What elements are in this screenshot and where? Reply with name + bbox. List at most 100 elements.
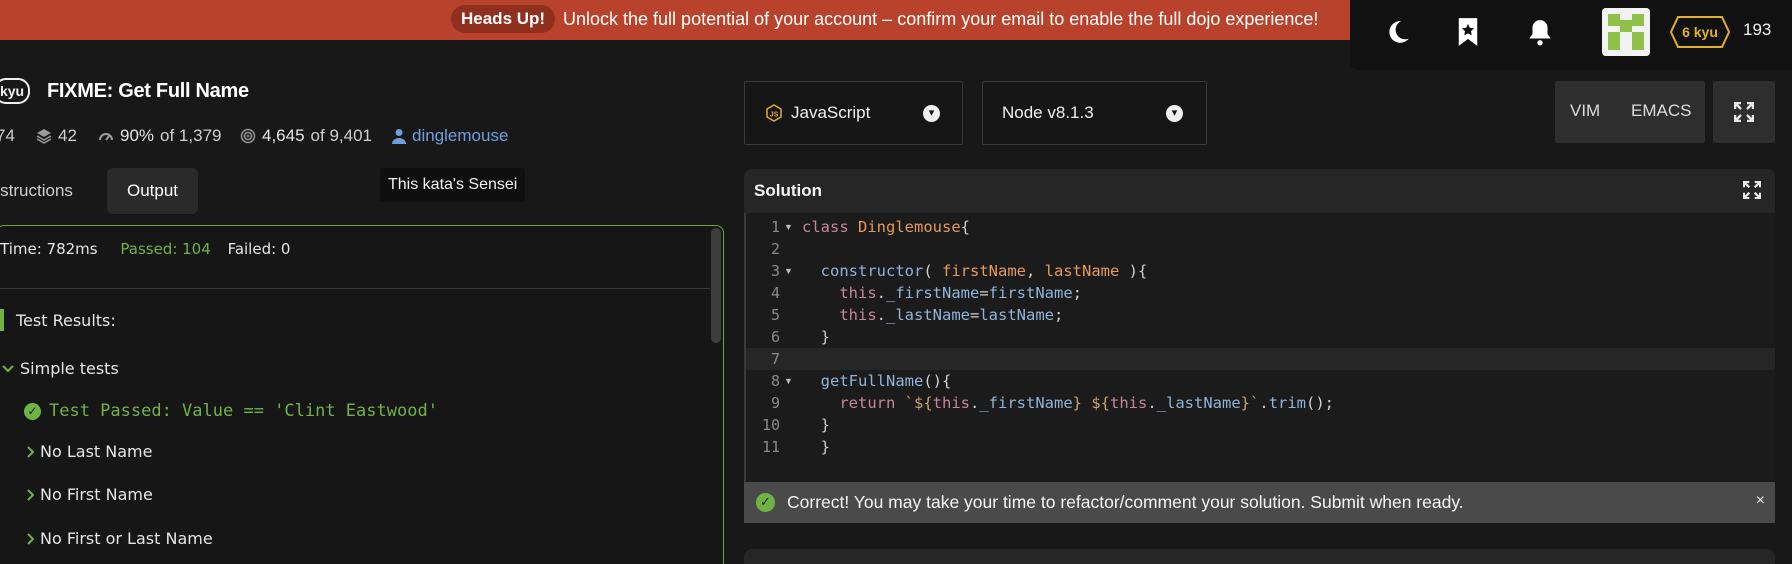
code-line: 9 return `${this._firstName} ${this._las… [746,392,1775,414]
results-accent-bar [0,309,4,331]
code-line: 1 ▼ class Dinglemouse{ [746,216,1775,238]
code-line: 5 this._lastName=lastName; [746,304,1775,326]
banner-message[interactable]: Unlock the full potential of your accoun… [563,5,1318,33]
check-circle-icon: ✓ [24,402,41,420]
output-scrollbar[interactable] [711,228,721,343]
target-icon [240,128,256,144]
notice-text: Correct! You may take your time to refac… [787,492,1464,512]
code-line-active: 7 [746,348,1775,370]
collections-count: 42 [58,126,77,145]
code-line: 4 this._firstName=firstName; [746,282,1775,304]
test-group-no-first-or-last-name[interactable]: No First or Last Name [26,529,213,548]
line-number: 11 [761,438,780,456]
chevron-down-icon: ▾ [1166,105,1183,122]
honor-count: 193 [1743,20,1772,39]
line-number: 2 [770,240,780,258]
code-text: constructor( firstName, lastName ){ [820,262,1148,280]
tab-instructions[interactable]: Instructions [0,168,73,214]
fullscreen-button[interactable] [1713,81,1775,143]
test-group-label: No Last Name [40,442,153,461]
chevron-down-icon: ▾ [923,105,940,122]
language-label: JavaScript [791,103,871,122]
code-editor[interactable]: 1 ▼ class Dinglemouse{ 2 3 ▼ constructor( … [744,213,1775,483]
line-number: 5 [770,306,780,324]
satisfaction-stat: 90% of 1,379 [98,126,221,146]
code-line: 6 } [746,326,1775,348]
moon-icon[interactable] [1382,14,1414,50]
fold-arrow-icon[interactable]: ▼ [784,370,793,392]
results-title: Test Results: [16,311,116,330]
author-link[interactable]: dinglemouse [412,126,508,146]
satisfaction-total: of 1,379 [160,126,222,145]
solution-header: Solution [744,169,1775,213]
svg-text:JS: JS [770,112,779,119]
passed-test-row: ✓ Test Passed: Value == 'Clint Eastwood' [24,401,438,421]
code-text: class Dinglemouse{ [802,218,971,236]
test-group-no-first-name[interactable]: No First Name [26,485,153,504]
layers-icon [36,129,52,144]
language-select[interactable]: JS JavaScript ▾ [744,81,963,145]
code-text: } [802,438,830,456]
code-line: 2 [746,238,1775,260]
kata-title: FIXME: Get Full Name [47,80,249,102]
expand-icon[interactable] [1743,181,1761,199]
solution-title: Solution [754,181,822,200]
completed-total: of 9,401 [310,126,372,145]
version-label: Node v8.1.3 [1002,103,1094,122]
fold-arrow-icon[interactable]: ▼ [784,260,793,282]
bell-icon[interactable] [1524,14,1556,50]
sensei-tooltip: This kata's Sensei [380,168,526,202]
failed-count: Failed: 0 [227,240,291,258]
fold-arrow-icon[interactable]: ▼ [784,216,793,238]
completed-stat: 4,645 of 9,401 [240,126,372,146]
test-group-no-last-name[interactable]: No Last Name [26,442,152,461]
code-text: } [802,328,830,346]
kyu-badge: kyu [0,78,30,104]
satisfaction-icon [99,133,113,141]
chevron-right-icon [27,532,34,545]
line-number: 7 [770,350,780,368]
code-text: getFullName(){ [820,372,952,390]
code-text: } [802,416,830,434]
run-time: Time: 782ms [0,240,98,258]
rank-badge[interactable]: 6 kyu [1669,16,1731,48]
test-group-label: Simple tests [20,359,119,378]
bookmark-star-icon[interactable] [1452,14,1484,50]
tab-output[interactable]: Output [107,168,199,214]
heads-up-pill: Heads Up! [451,5,556,33]
expand-icon [1734,102,1754,122]
js-hexagon-icon: JS [766,104,782,122]
keymap-toggle: VIM EMACS [1555,81,1705,143]
code-text: return `${this._firstName} ${this._lastN… [839,394,1335,412]
test-group-label: No First or Last Name [40,529,213,548]
line-number: 8 [770,372,780,390]
close-icon[interactable]: × [1756,492,1765,510]
line-number: 4 [770,284,780,302]
satisfaction-value: 90% [120,126,155,145]
stars-stat[interactable]: 74 [0,126,15,146]
sample-tests-header [744,549,1775,564]
vim-button[interactable]: VIM [1570,101,1600,121]
emacs-button[interactable]: EMACS [1631,101,1691,121]
chevron-down-icon [2,364,14,372]
test-summary: Time: 782ms Passed: 104 Failed: 0 [0,240,290,258]
success-notice: ✓ Correct! You may take your time to ref… [744,482,1775,523]
line-number: 6 [770,328,780,346]
stars-count: 74 [0,126,15,145]
passed-test-text: Test Passed: Value == 'Clint Eastwood' [49,401,438,421]
completed-value: 4,645 [262,126,305,145]
code-text: this._lastName=lastName; [839,306,1064,324]
rank-label: 6 kyu [1682,24,1718,40]
test-group-simple-tests[interactable]: Simple tests [2,359,119,378]
version-select[interactable]: Node v8.1.3 ▾ [982,81,1207,145]
output-panel [0,225,724,564]
avatar[interactable] [1602,8,1650,56]
chevron-right-icon [27,488,34,501]
line-number: 9 [770,394,780,412]
author-stat[interactable]: dinglemouse [392,126,508,146]
passed-count: Passed: 104 [120,240,211,258]
collections-stat[interactable]: 42 [36,126,77,146]
line-number: 10 [761,416,780,434]
test-group-label: No First Name [40,485,153,504]
code-line: 8 ▼ getFullName(){ [746,370,1775,392]
